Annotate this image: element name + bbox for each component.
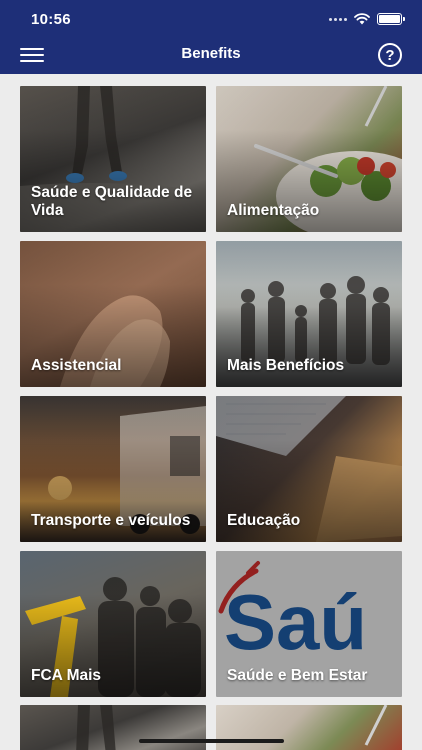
tile-label: Saúde e Bem Estar <box>227 667 368 684</box>
battery-icon <box>377 13 405 25</box>
tile-label: Assistencial <box>31 357 122 374</box>
status-time: 10:56 <box>31 11 71 28</box>
signal-icon <box>329 17 347 21</box>
benefits-grid: Saúde e Qualidade de Vida Alimentação As… <box>20 86 402 697</box>
tile-fca-mais[interactable]: FCA Mais <box>20 551 206 697</box>
wifi-icon <box>354 13 370 25</box>
salad-image <box>364 705 388 746</box>
tile-alimentacao[interactable]: Alimentação <box>216 86 402 232</box>
tile-educacao[interactable]: Educação <box>216 396 402 542</box>
tile-label: Educação <box>227 512 301 529</box>
tile-mais-beneficios[interactable]: Mais Benefícios <box>216 241 402 387</box>
tile-partial-left[interactable] <box>20 705 206 750</box>
nav-bar: Benefits ? <box>0 40 422 74</box>
help-button[interactable]: ? <box>378 43 402 67</box>
bottom-row-partial <box>20 705 402 750</box>
tile-saude-bem-estar[interactable]: Saú Saúde e Bem Estar <box>216 551 402 697</box>
tile-assistencial[interactable]: Assistencial <box>20 241 206 387</box>
tile-label: Transporte e veículos <box>31 512 191 529</box>
tile-partial-right[interactable] <box>216 705 402 750</box>
tile-label: Saúde e Qualidade de Vida <box>31 184 193 219</box>
home-indicator <box>139 739 284 743</box>
status-bar: 10:56 <box>0 0 422 40</box>
tile-saude-qualidade-vida[interactable]: Saúde e Qualidade de Vida <box>20 86 206 232</box>
status-icons <box>329 13 405 25</box>
tile-label: Alimentação <box>227 202 320 219</box>
help-icon: ? <box>385 46 395 64</box>
tile-label: Mais Benefícios <box>227 357 345 374</box>
runner-legs-image <box>76 705 116 750</box>
tile-transporte-veiculos[interactable]: Transporte e veículos <box>20 396 206 542</box>
page-title: Benefits <box>181 45 241 62</box>
tile-label: FCA Mais <box>31 667 102 684</box>
